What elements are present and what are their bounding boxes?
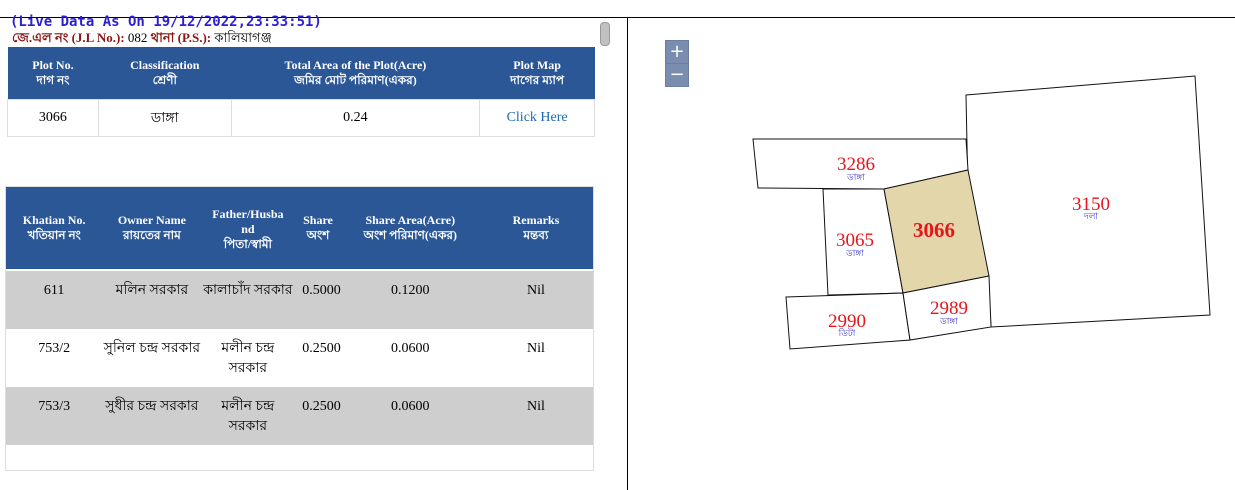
share-cell: 0.2500: [302, 341, 341, 356]
share-cell: 0.2500: [294, 387, 342, 445]
plot-3066-number: 3066: [913, 218, 955, 242]
live-data-timestamp: (Live Data As On 19/12/2022,23:33:51): [10, 14, 322, 30]
col-father-husband: Father/Husba nd পিতা/স্বামী: [201, 187, 295, 271]
jl-label: জে.এল নং (J.L No.):: [12, 30, 125, 45]
table-row: 753/3 সুধীর চন্দ্র সরকার মলীন চন্দ্র সরক…: [6, 387, 593, 445]
father-cell: মলীন চন্দ্র সরকার: [201, 387, 295, 445]
khatian-cell: 753/3: [6, 387, 103, 445]
classification-cell: ডাঙ্গা: [97, 99, 232, 137]
remarks-cell: Nil: [478, 270, 593, 329]
plot-2989-type: ডাঙ্গা: [939, 316, 958, 326]
share-area-cell: 0.0600: [341, 387, 479, 445]
khatian-cell: 753/2: [38, 341, 71, 356]
father-cell: মলীন চন্দ্র সরকার: [221, 341, 275, 376]
jl-ps-info: জে.এল নং (J.L No.): 082 থানা (P.S.): কাল…: [12, 30, 272, 45]
owner-cell: সুনিল চন্দ্র সরকার: [103, 341, 201, 356]
col-share: Share অংশ: [294, 187, 342, 271]
col-plot-no: Plot No. দাগ নং: [7, 47, 99, 100]
scrollbar-thumb[interactable]: [600, 22, 610, 46]
table-row: 753/2 সুনিল চন্দ্র সরকার মলীন চন্দ্র সরক…: [6, 329, 593, 387]
owner-table-header: Khatian No. খতিয়ান নং Owner Name রায়তের …: [6, 187, 593, 271]
plot-map[interactable]: 3286 ডাঙ্গা 3065 ডাঙ্গা 3066 3150 দলা 29…: [628, 18, 1235, 490]
owner-table-container: Khatian No. খতিয়ান নং Owner Name রায়তের …: [5, 186, 594, 471]
col-total-area: Total Area of the Plot(Acre) জমির মোট পরি…: [231, 47, 480, 100]
plot-map-link[interactable]: Click Here: [507, 110, 568, 125]
col-plot-map: Plot Map দাগের ম্যাপ: [479, 47, 595, 100]
plot-info-table: Plot No. দাগ নং Classification শ্রেণী Tota…: [7, 47, 595, 137]
table-row: 611 মলিন সরকার কালাচাঁদ সরকার 0.5000 0.1…: [6, 270, 593, 329]
area-cell: 0.24: [230, 99, 481, 137]
col-khatian: Khatian No. খতিয়ান নং: [6, 187, 103, 271]
col-classification: Classification শ্রেণী: [98, 47, 232, 100]
plot-3286-type: ডাঙ্গা: [846, 172, 865, 182]
share-area-cell: 0.1200: [341, 270, 479, 329]
khatian-cell: 611: [6, 270, 103, 329]
plot-3065-type: ডাঙ্গা: [845, 248, 864, 258]
table-row: 3066 ডাঙ্গা 0.24 Click Here: [7, 99, 595, 137]
owner-cell: সুধীর চন্দ্র সরকার: [102, 387, 202, 445]
share-cell: 0.5000: [294, 270, 342, 329]
owner-cell: মলিন সরকার: [102, 270, 202, 329]
col-owner-name: Owner Name রায়তের নাম: [102, 187, 202, 271]
jl-value: 082: [124, 30, 151, 45]
share-area-cell: 0.0600: [391, 341, 430, 356]
col-share-area: Share Area(Acre) অংশ পরিমাণ(একর): [341, 187, 479, 271]
plot-2990-type: ডিটা: [838, 327, 856, 338]
ps-label: থানা (P.S.):: [150, 30, 212, 45]
plot-3150-type: দলা: [1083, 211, 1098, 221]
col-remarks: Remarks মন্তব্য: [478, 187, 593, 271]
owner-table: Khatian No. খতিয়ান নং Owner Name রায়তের …: [6, 187, 593, 445]
remarks-cell: Nil: [478, 387, 593, 445]
father-cell: কালাচাঁদ সরকার: [201, 270, 295, 329]
remarks-cell: Nil: [526, 341, 545, 356]
plot-no-cell: 3066: [7, 99, 99, 137]
plot-table-header: Plot No. দাগ নং Classification শ্রেণী Tota…: [7, 47, 595, 100]
plot-map-cell: Click Here: [479, 99, 595, 137]
ps-value: কালিয়াগঞ্জ: [211, 30, 272, 45]
